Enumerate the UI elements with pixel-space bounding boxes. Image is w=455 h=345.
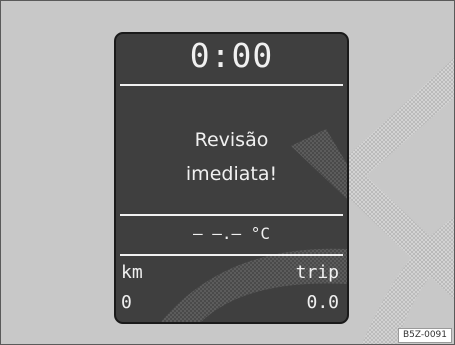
middle-divider — [120, 214, 343, 216]
instrument-display: 0:00 Revisão imediata! — —.— °C km 0 tri… — [114, 32, 349, 324]
service-message-line2: imediata! — [185, 163, 278, 185]
figure-frame: 0:00 Revisão imediata! — —.— °C km 0 tri… — [0, 0, 455, 345]
odometer-km-label: km — [121, 262, 143, 283]
clock-time: 0:00 — [189, 36, 274, 75]
bottom-divider — [120, 254, 343, 256]
top-divider — [120, 84, 343, 86]
figure-reference-code: B5Z-0091 — [397, 328, 452, 343]
temperature-readout: — —.— °C — [192, 224, 271, 243]
trip-value: 0.0 — [306, 292, 339, 313]
service-message-line1: Revisão — [194, 129, 269, 151]
odometer-km-value: 0 — [121, 292, 132, 313]
trip-label: trip — [295, 262, 339, 283]
